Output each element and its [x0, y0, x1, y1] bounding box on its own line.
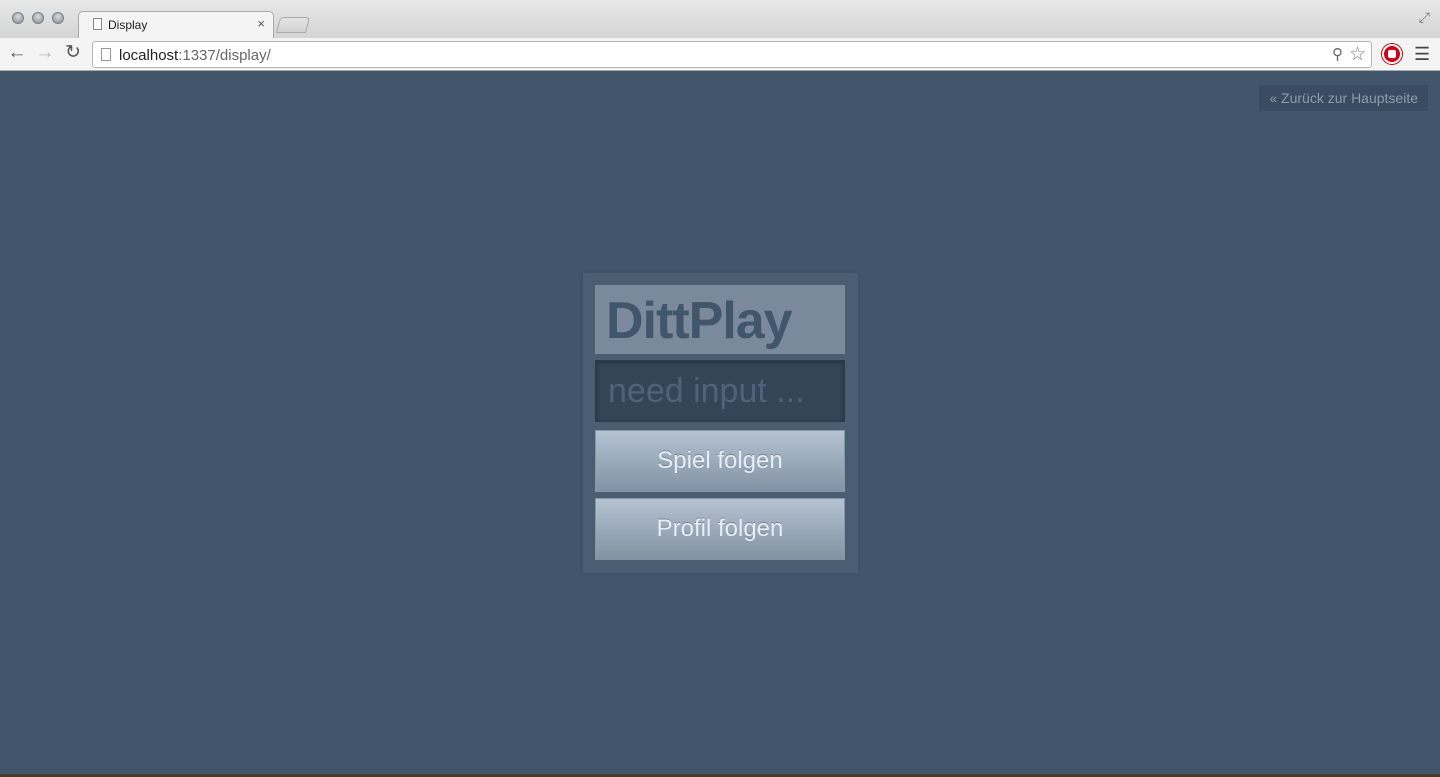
browser-toolbar: ← → ↻ localhost:1337/display/ ⚲ ☆ ☰: [0, 38, 1440, 71]
app-logo: DittPlay: [595, 285, 845, 354]
minimize-window-button[interactable]: [32, 12, 44, 24]
url-text[interactable]: localhost:1337/display/: [119, 47, 271, 64]
back-icon[interactable]: ←: [6, 42, 28, 64]
address-bar[interactable]: localhost:1337/display/ ⚲ ☆: [92, 41, 1372, 68]
document-icon: [93, 18, 102, 30]
star-icon[interactable]: ☆: [1349, 43, 1366, 66]
tab-title: Display: [108, 18, 148, 32]
follow-game-button[interactable]: Spiel folgen: [595, 430, 845, 492]
id-input[interactable]: [595, 360, 845, 422]
menu-icon[interactable]: ☰: [1414, 44, 1430, 65]
follow-profile-button[interactable]: Profil folgen: [595, 498, 845, 560]
back-to-home-link[interactable]: « Zurück zur Hauptseite: [1259, 85, 1428, 111]
extension-icon[interactable]: [1382, 44, 1402, 64]
login-panel: DittPlay Spiel folgen Profil folgen: [583, 273, 858, 573]
page-icon: [101, 48, 111, 61]
page-content: « Zurück zur Hauptseite DittPlay Spiel f…: [0, 71, 1440, 774]
new-tab-button[interactable]: [275, 17, 311, 33]
browser-titlebar: Display × ⤢: [0, 0, 1440, 38]
fullscreen-icon[interactable]: ⤢: [1419, 9, 1430, 26]
zoom-icon[interactable]: ⚲: [1332, 45, 1343, 63]
zoom-window-button[interactable]: [52, 12, 64, 24]
browser-tab[interactable]: Display ×: [78, 11, 274, 38]
tab-close-icon[interactable]: ×: [257, 16, 265, 32]
url-path: :1337/display/: [178, 47, 271, 64]
close-window-button[interactable]: [12, 12, 24, 24]
forward-icon[interactable]: →: [34, 42, 56, 64]
reload-icon[interactable]: ↻: [62, 42, 84, 64]
url-host: localhost: [119, 47, 179, 64]
